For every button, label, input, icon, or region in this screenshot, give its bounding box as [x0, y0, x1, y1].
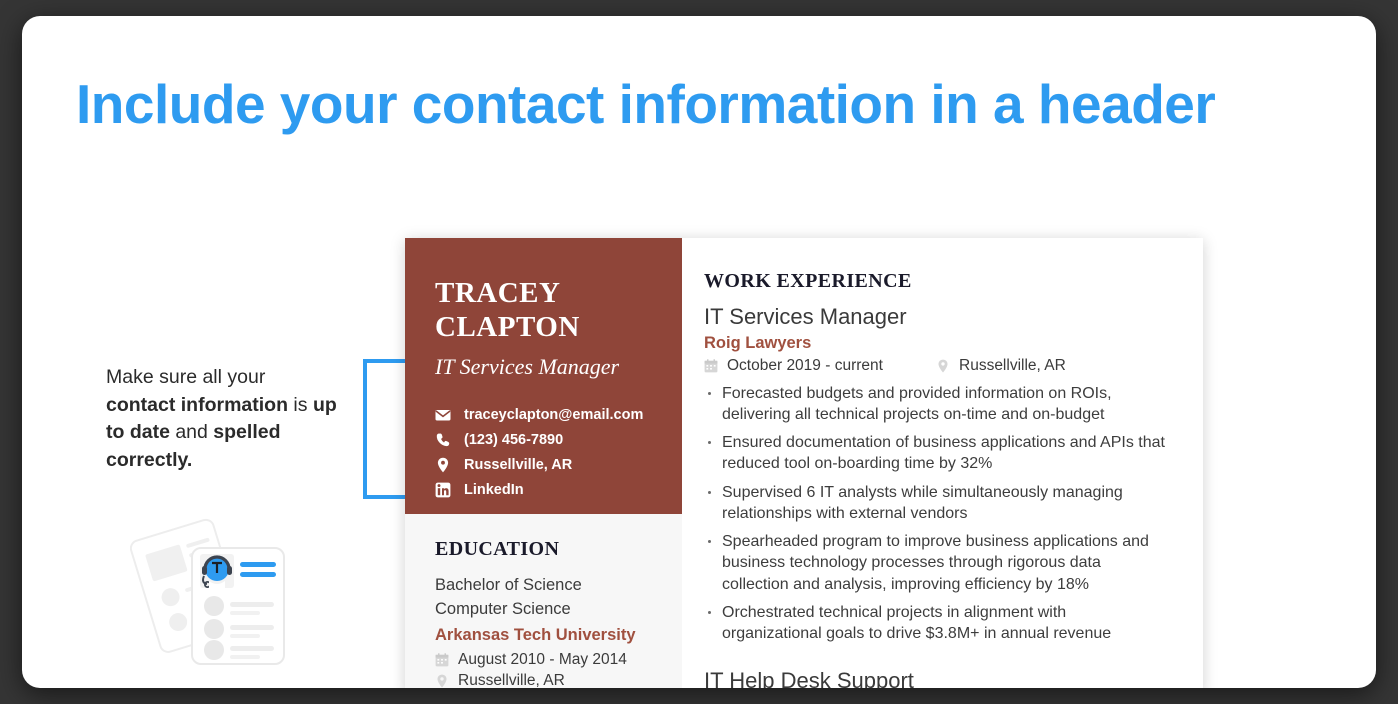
education-location: Russellville, AR	[458, 671, 565, 688]
job-spacer	[704, 651, 1169, 667]
job-bullet: Ensured documentation of business applic…	[704, 432, 1169, 475]
person-headset-icon	[200, 554, 234, 589]
contact-linkedin-label[interactable]: LinkedIn	[464, 482, 524, 498]
contact-location-row[interactable]: Russellville, AR	[435, 457, 654, 473]
education-section-title: EDUCATION	[435, 538, 560, 560]
candidate-first-name: TRACEY	[435, 277, 561, 309]
job-location: Russellville, AR	[959, 356, 1066, 374]
education-degree: Bachelor of Science	[435, 576, 582, 594]
contact-email-label: traceyclapton@email.com	[464, 406, 644, 423]
calendar-icon	[435, 652, 451, 667]
location-pin-icon	[936, 359, 952, 373]
resume-preview[interactable]: TRACEY CLAPTON IT Services Manager trace…	[405, 238, 1203, 688]
linkedin-icon	[435, 482, 455, 498]
job-entry: IT Help Desk Support Roig Lawyers May 20…	[704, 667, 1169, 688]
job-bullet: Supervised 6 IT analysts while simultane…	[704, 482, 1169, 525]
contact-email-row[interactable]: traceyclapton@email.com	[435, 407, 654, 423]
annotation-part-3: and	[169, 421, 214, 444]
annotation-part-2: is	[288, 393, 313, 416]
resume-right-column: WORK EXPERIENCE IT Services Manager Roig…	[682, 238, 1203, 688]
resume-documents-illustration	[129, 514, 310, 674]
education-dates-row: August 2010 - May 2014	[435, 651, 656, 669]
education-field: Computer Science	[435, 600, 571, 619]
resume-header-block: TRACEY CLAPTON IT Services Manager trace…	[405, 238, 682, 514]
job-dates-row: October 2019 - current	[704, 357, 936, 375]
education-dates: August 2010 - May 2014	[458, 650, 627, 668]
location-pin-icon	[435, 457, 455, 473]
phone-icon	[435, 432, 455, 448]
contact-location-label: Russellville, AR	[464, 456, 573, 473]
envelope-icon	[435, 407, 455, 423]
contact-phone-label: (123) 456-7890	[464, 431, 564, 448]
resume-left-column: TRACEY CLAPTON IT Services Manager trace…	[405, 238, 682, 688]
contact-phone-row[interactable]: (123) 456-7890	[435, 432, 654, 448]
contact-linkedin-row[interactable]: LinkedIn	[435, 482, 654, 498]
candidate-role: IT Services Manager	[435, 354, 620, 380]
education-section: EDUCATION Bachelor of Science Computer S…	[405, 514, 682, 688]
job-bullet: Spearheaded program to improve business …	[704, 531, 1169, 595]
job-title: IT Services Manager	[704, 304, 907, 329]
annotation-part-1: Make sure all your	[106, 366, 266, 388]
calendar-icon	[704, 358, 720, 373]
candidate-last-name: CLAPTON	[435, 311, 580, 344]
education-location-row: Russellville, AR	[435, 672, 656, 688]
job-bullet: Forecasted budgets and provided informat…	[704, 383, 1169, 426]
contact-list: traceyclapton@email.com (123) 456-7890 R…	[435, 407, 654, 498]
job-company: Roig Lawyers	[704, 333, 812, 352]
screen: Include your contact information in a he…	[0, 0, 1398, 704]
job-dates: October 2019 - current	[727, 356, 883, 374]
education-school: Arkansas Tech University	[435, 625, 636, 644]
job-meta: October 2019 - current Russellville, AR	[704, 357, 1169, 375]
annotation-bold-1: contact information	[106, 393, 289, 416]
job-title: IT Help Desk Support	[704, 668, 914, 688]
candidate-name: TRACEY CLAPTON	[435, 276, 654, 344]
job-bullet: Orchestrated technical projects in align…	[704, 602, 1169, 645]
location-pin-icon	[435, 674, 451, 688]
annotation-text: Make sure all your contact information i…	[106, 364, 338, 475]
job-bullets: Forecasted budgets and provided informat…	[704, 383, 1169, 645]
slide-card: Include your contact information in a he…	[22, 16, 1376, 688]
page-title: Include your contact information in a he…	[76, 73, 1216, 135]
job-location-row: Russellville, AR	[936, 357, 1066, 375]
work-section-title: WORK EXPERIENCE	[704, 270, 912, 292]
job-entry: IT Services Manager Roig Lawyers October…	[704, 303, 1169, 644]
